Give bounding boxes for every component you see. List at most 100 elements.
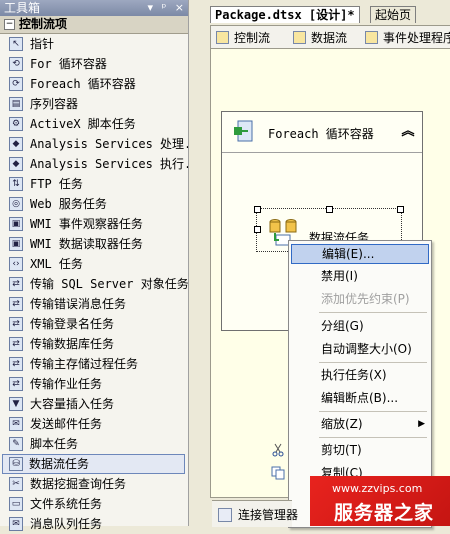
toolbox-item-label: Web 服务任务: [30, 197, 107, 211]
toolbox-item[interactable]: ⇄ 传输主存储过程任务: [0, 354, 188, 374]
menu-label: 编辑断点(B)...: [321, 391, 399, 405]
connection-icon: [218, 508, 232, 522]
toolbox-item[interactable]: ⛁ 数据流任务: [2, 454, 185, 474]
toolbox-item-label: 文件系统任务: [30, 497, 103, 511]
toolbox-item-label: 传输数据库任务: [30, 337, 115, 351]
toolbox-item[interactable]: ⇄ 传输错误消息任务: [0, 294, 188, 314]
foreach-label: Foreach 循环容器: [268, 127, 374, 141]
toolbox-title: 工具箱: [4, 1, 41, 15]
toolbox-item-label: 数据流任务: [29, 457, 90, 471]
pin-icon[interactable]: ᵖ: [162, 1, 167, 14]
menu-item-add-precedence[interactable]: 添加优先约束(P): [291, 289, 429, 309]
dropdown-icon[interactable]: ▾: [148, 1, 154, 14]
tab-data-flow[interactable]: 数据流: [293, 29, 347, 47]
file-system-icon: ▭: [9, 497, 23, 511]
pointer-icon: ↖: [9, 37, 23, 51]
toolbox-item-label: 序列容器: [30, 97, 79, 111]
tab-control-flow[interactable]: 控制流: [216, 29, 270, 47]
toolbox-item[interactable]: ▭ 文件系统任务: [0, 494, 188, 514]
toolbox-item-label: Foreach 循环容器: [30, 77, 136, 91]
menu-item-breakpoints[interactable]: 编辑断点(B)...: [291, 388, 429, 408]
resize-handle[interactable]: [326, 206, 333, 213]
menu-item-zoom[interactable]: 缩放(Z) ▶: [291, 414, 429, 434]
resize-handle[interactable]: [254, 226, 261, 233]
toolbox-item[interactable]: ✉ 发送邮件任务: [0, 414, 188, 434]
menu-separator: [319, 362, 427, 363]
toolbox-item[interactable]: ▤ 序列容器: [0, 94, 188, 114]
collapse-icon[interactable]: −: [4, 19, 15, 30]
toolbox-item-label: 传输 SQL Server 对象任务: [30, 277, 188, 291]
toolbox-item-label: 传输错误消息任务: [30, 297, 127, 311]
transfer-objects-icon: ⇄: [9, 277, 23, 291]
toolbox-item[interactable]: ⟳ Foreach 循环容器: [0, 74, 188, 94]
toolbox-item-label: 消息队列任务: [30, 517, 103, 531]
menu-item-autosize[interactable]: 自动调整大小(O): [291, 339, 429, 359]
toolbox-item-label: 传输主存储过程任务: [30, 357, 139, 371]
collapse-chevron-icon[interactable]: ︽: [400, 124, 416, 140]
designer-sub-tabs: 控制流 数据流 事件处理程序: [210, 25, 450, 49]
tab-start-page[interactable]: 起始页: [370, 6, 417, 23]
toolbox-item[interactable]: ⇄ 传输登录名任务: [0, 314, 188, 334]
tab-label: 事件处理程序: [383, 31, 450, 45]
toolbox-item-label: 传输作业任务: [30, 377, 103, 391]
watermark-name: 服务器之家: [334, 502, 435, 524]
tab-package-design[interactable]: Package.dtsx [设计]*: [210, 6, 360, 23]
toolbox-item[interactable]: ◆ Analysis Services 处理...: [0, 134, 188, 154]
submenu-arrow-icon: ▶: [418, 419, 425, 429]
connection-label: 连接管理器: [238, 508, 299, 522]
tab-event-handlers[interactable]: 事件处理程序: [365, 29, 450, 47]
close-icon[interactable]: ×: [175, 1, 184, 14]
toolbox-title-bar: 工具箱 ▾ ᵖ ×: [0, 0, 188, 16]
toolbox-item[interactable]: ▼ 大容量插入任务: [0, 394, 188, 414]
menu-label: 编辑(E)...: [322, 247, 375, 261]
data-flow-icon: ⛁: [9, 457, 23, 471]
toolbox-item-label: 传输登录名任务: [30, 317, 115, 331]
menu-separator: [319, 411, 427, 412]
toolbox-item[interactable]: ⇄ 传输数据库任务: [0, 334, 188, 354]
toolbox-item-label: ActiveX 脚本任务: [30, 117, 136, 131]
toolbox-item-label: 大容量插入任务: [30, 397, 115, 411]
toolbox-item-label: FTP 任务: [30, 177, 83, 191]
analysis-execute-icon: ◆: [9, 157, 23, 171]
toolbox-item[interactable]: ✂ 数据挖掘查询任务: [0, 474, 188, 494]
toolbox-item[interactable]: ⇅ FTP 任务: [0, 174, 188, 194]
toolbox-item[interactable]: ⚙ ActiveX 脚本任务: [0, 114, 188, 134]
toolbox-item[interactable]: ⇄ 传输 SQL Server 对象任务: [0, 274, 188, 294]
resize-handle[interactable]: [254, 206, 261, 213]
toolbox-item[interactable]: ⇄ 传输作业任务: [0, 374, 188, 394]
toolbox-item[interactable]: ⟲ For 循环容器: [0, 54, 188, 74]
menu-item-edit[interactable]: 编辑(E)...: [291, 244, 429, 264]
toolbox-item-label: XML 任务: [30, 257, 83, 271]
toolbox-item-label: WMI 数据读取器任务: [30, 237, 143, 251]
web-service-icon: ◎: [9, 197, 23, 211]
toolbox-item[interactable]: ✉ 消息队列任务: [0, 514, 188, 534]
menu-separator: [319, 312, 427, 313]
menu-item-disable[interactable]: 禁用(I): [291, 266, 429, 286]
toolbox-item[interactable]: ◎ Web 服务任务: [0, 194, 188, 214]
wmi-reader-icon: ▣: [9, 237, 23, 251]
control-flow-icon: [216, 31, 229, 44]
toolbox-item-label: WMI 事件观察器任务: [30, 217, 143, 231]
tab-label: 控制流: [234, 31, 271, 45]
cut-icon: [272, 443, 284, 457]
menu-item-cut[interactable]: 剪切(T): [272, 440, 429, 460]
foreach-header[interactable]: Foreach 循环容器 ︽: [222, 112, 422, 153]
toolbox-item[interactable]: ◆ Analysis Services 执行...: [0, 154, 188, 174]
toolbox-item[interactable]: ✎ 脚本任务: [0, 434, 188, 454]
toolbox-item-label: 脚本任务: [30, 437, 79, 451]
toolbox-item[interactable]: ▣ WMI 事件观察器任务: [0, 214, 188, 234]
menu-item-group[interactable]: 分组(G): [291, 316, 429, 336]
toolbox-section-header[interactable]: − 控制流项: [0, 16, 188, 34]
menu-item-execute[interactable]: 执行任务(X): [291, 365, 429, 385]
connection-manager-tab[interactable]: 连接管理器: [212, 500, 298, 527]
data-flow-tab-icon: [293, 31, 306, 44]
tab-label: 数据流: [311, 31, 348, 45]
toolbox-item[interactable]: ‹› XML 任务: [0, 254, 188, 274]
toolbox-item[interactable]: ↖ 指针: [0, 34, 188, 54]
menu-label: 添加优先约束(P): [321, 292, 410, 306]
toolbox-panel: 工具箱 ▾ ᵖ × − 控制流项 ↖ 指针 ⟲ For 循环容器 ⟳ Foreach 循环容…: [0, 0, 189, 531]
toolbox-item[interactable]: ▣ WMI 数据读取器任务: [0, 234, 188, 254]
resize-handle[interactable]: [397, 206, 404, 213]
ftp-icon: ⇅: [9, 177, 23, 191]
toolbox-item-label: 发送邮件任务: [30, 417, 103, 431]
